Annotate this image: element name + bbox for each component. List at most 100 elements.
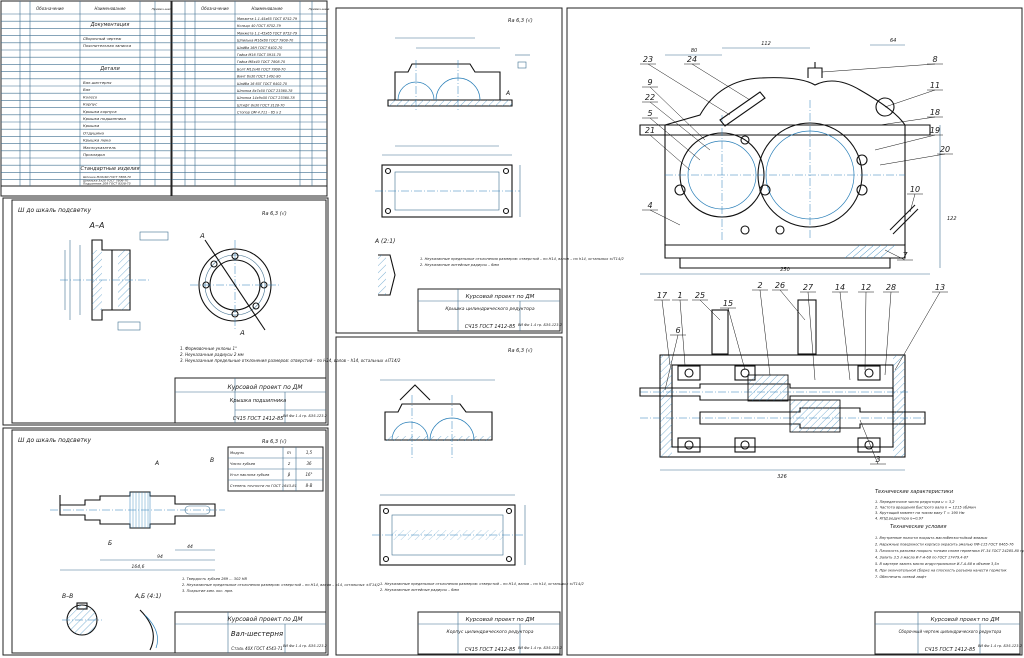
spec1-col-designation: Обозначение: [36, 6, 64, 11]
spec-sheet-2: Обозначение Наименование Примеч-ание Ман…: [171, 0, 330, 197]
shaft-table-value: 8-В: [306, 483, 313, 488]
assembly-sheet: 80 112 250 122 64 326 23 249225214811181…: [566, 7, 1024, 656]
body2-note: 1. Неуказанные предельные отклонения раз…: [380, 582, 584, 586]
spec2-item: Стопор ОМ 4.711 - 65 х 2: [237, 111, 281, 115]
bearing-cover-sheet: Ш до шкаль подсветку Ra 6,3 (√) А–А А А …: [2, 197, 401, 426]
assembly-balloon: 5: [647, 109, 652, 118]
assembly-balloon: 21: [645, 126, 655, 135]
cover-section-label: А–А: [89, 221, 105, 230]
assembly-balloon: 9: [647, 78, 652, 87]
spec2-item: Шпонка 14х9х50 ГОСТ 23360-78: [237, 96, 295, 100]
shaft-roughness: Ra 6,3 (√): [262, 439, 287, 445]
spec1-part-item: Прокладка: [83, 152, 106, 157]
assembly-req-line: 1. Внутренние полости покрыть маслобензо…: [875, 536, 987, 540]
assembly-balloon: 17: [657, 291, 668, 300]
assembly-balloon: 1: [677, 291, 682, 300]
cover-note: 2. Неуказанные радиусы 2 мм: [180, 352, 244, 357]
cover-surface-note: Ш до шкаль подсветку: [18, 207, 92, 214]
assembly-balloon: 26: [775, 281, 785, 290]
spec1-part-item: Крышка люка: [83, 138, 111, 143]
shaft-view-b-mark: В: [210, 457, 214, 464]
cover-note: 1. Формовочные уклоны 1°: [180, 346, 237, 351]
shaft-table-symbol: β: [288, 472, 291, 477]
body-org: ВИ Фи 1.4 гр. БЭ5-123-2: [518, 323, 563, 327]
assembly-balloon: 7: [902, 251, 908, 260]
body2-note: 2. Неуказанные литейные радиусы – 6мм: [380, 588, 459, 592]
spec2-item: Кольцо 40 ГОСТ 8752-79: [237, 24, 281, 28]
spec2-item: Болт М12х40 ГОСТ 7808-70: [237, 67, 286, 71]
shaft-table-param: Угол наклона зубьев: [230, 473, 269, 477]
shaft-dim-total: 164,6: [132, 564, 145, 570]
spec2-item: Шпонка 8х7х50 ГОСТ 23360-78: [237, 89, 293, 93]
shaft-table-value: 16°: [305, 472, 312, 477]
spec2-item: Манжета 1.1-45х65 ГОСТ 8752-79: [237, 31, 297, 35]
spec1-part-item: Крышка: [83, 123, 100, 128]
spec1-part-item: Маслоуказатель: [83, 145, 116, 150]
shaft-note: 1. Твердость зубьев 269 ... 302 НВ: [182, 577, 248, 581]
spec1-part-item: Вал: [83, 87, 91, 92]
assembly-dim-80: 80: [691, 48, 697, 54]
body-roughness: Ra 6,3 (√): [508, 18, 533, 24]
assembly-title: Курсовой проект по ДМ: [931, 617, 1000, 623]
body2-part-name: Корпус цилиндрического редуктора: [447, 629, 534, 635]
body-material: СЧ15 ГОСТ 1412-85: [465, 324, 516, 330]
shaft-surface-note: Ш до шкаль подсветку: [18, 437, 92, 444]
assembly-part-name: Сборочный чертеж цилиндрического редукто…: [899, 629, 1002, 634]
spec2-item: Гайка М8х40 ГОСТ 7808-70: [237, 60, 285, 64]
shaft-table-param: Модуль: [230, 451, 244, 455]
gearbox-body-sheet: Ra 6,3 (√) 1. Неуказанные предельные отк…: [335, 336, 584, 656]
spec1-part-item: Отдушина: [83, 130, 104, 135]
body2-org: ВИ Фи 1.4 гр. БЭ5-123-2: [518, 646, 563, 650]
spec1-section-docs: Документация: [90, 22, 130, 28]
shaft-view-b2-mark: Б: [108, 540, 112, 547]
assembly-dim-326: 326: [777, 474, 787, 480]
spec1-section-parts: Детали: [99, 66, 120, 72]
shaft-table-param: Число зубьев: [230, 462, 255, 466]
spec2-col-note: Примеч-ание: [309, 7, 330, 11]
body-view-label: А (2:1): [374, 238, 395, 245]
shaft-view-ab: А,Б (4:1): [134, 593, 161, 600]
spec2-item: Шайба 16Н ГОСТ 6402-70: [237, 46, 282, 50]
cover-org: ВИ Фи 1.4 гр. БЭ5-123-2: [283, 414, 328, 418]
assembly-dim-112: 112: [761, 41, 771, 47]
cover-roughness: Ra 6,3 (√): [262, 211, 287, 217]
spec2-item: Манжета 1.1-45х65 ГОСТ 8752-79: [237, 17, 297, 21]
assembly-balloon: 14: [835, 283, 845, 292]
assembly-req-line: 4. Залить 3,5 л масла И-Г-А-68 по ГОСТ 1…: [875, 556, 969, 560]
shaft-view-a-mark: А: [154, 460, 159, 467]
body-note: 1. Неуказанные предельные отклонения раз…: [420, 257, 624, 261]
shaft-material: Сталь 40Х ГОСТ 4543-71: [231, 646, 282, 651]
assembly-req-line: 7. Обеспечить осевой люфт: [875, 575, 927, 579]
assembly-balloon: 22: [645, 93, 655, 102]
spec1-col-note: Примеч-ание: [152, 7, 173, 11]
assembly-dim-122: 122: [947, 216, 957, 222]
body2-material: СЧ15 ГОСТ 1412-85: [465, 647, 516, 653]
spec1-section-std: Стандартные изделия: [80, 166, 139, 172]
spec2-item: Винт 6х30 ГОСТ 1491-80: [237, 75, 281, 79]
spec2-col-designation: Обозначение: [201, 6, 229, 11]
shaft-part-name: Вал-шестерня: [231, 630, 283, 638]
assembly-tech-line: 2. Частота вращения быстрого вала n = 12…: [875, 506, 976, 510]
assembly-req-line: 2. Наружные поверхности корпуса окрасить…: [875, 543, 1014, 547]
assembly-balloon: 11: [930, 81, 940, 90]
cover-title: Курсовой проект по ДМ: [227, 384, 303, 391]
spec2-item: Шпилька М16х60 ГОСТ 7808-70: [237, 39, 293, 43]
shaft-table-param: Степень точности по ГОСТ 1643-81: [230, 484, 297, 488]
spec1-part-item: Колесо: [83, 94, 98, 99]
spec2-item: Гайка М16 ГОСТ 5915-70: [237, 53, 281, 57]
shaft-org: ВИ Фи 1.4 гр. БЭ5-123-2: [283, 644, 328, 648]
gearbox-cover-sheet: Ra 6,3 (√) А А (2:1) 1. Неуказанные пред…: [335, 7, 624, 334]
spec1-part-item: Корпус: [83, 102, 98, 107]
shaft-table-symbol: z: [287, 461, 291, 466]
assembly-req-line: 5. В картере залить масло индустриальное…: [875, 562, 1000, 566]
assembly-balloon: 23: [643, 55, 653, 64]
shaft-note: 3. Покрытие хим. окс. прм.: [182, 589, 233, 593]
assembly-balloon: 13: [935, 283, 945, 292]
assembly-org: ВИ Фи 1.4 гр. БЭ5-123-2: [978, 644, 1023, 648]
assembly-balloon: 12: [861, 283, 871, 292]
body2-roughness: Ra 6,3 (√): [508, 348, 533, 354]
cover-material: СЧ15 ГОСТ 1412-85: [233, 416, 284, 422]
spec2-item: Штифт 8х30 ГОСТ 3128-70: [237, 103, 285, 107]
assembly-balloon: 20: [940, 145, 950, 154]
assembly-dim-64: 64: [890, 38, 896, 44]
